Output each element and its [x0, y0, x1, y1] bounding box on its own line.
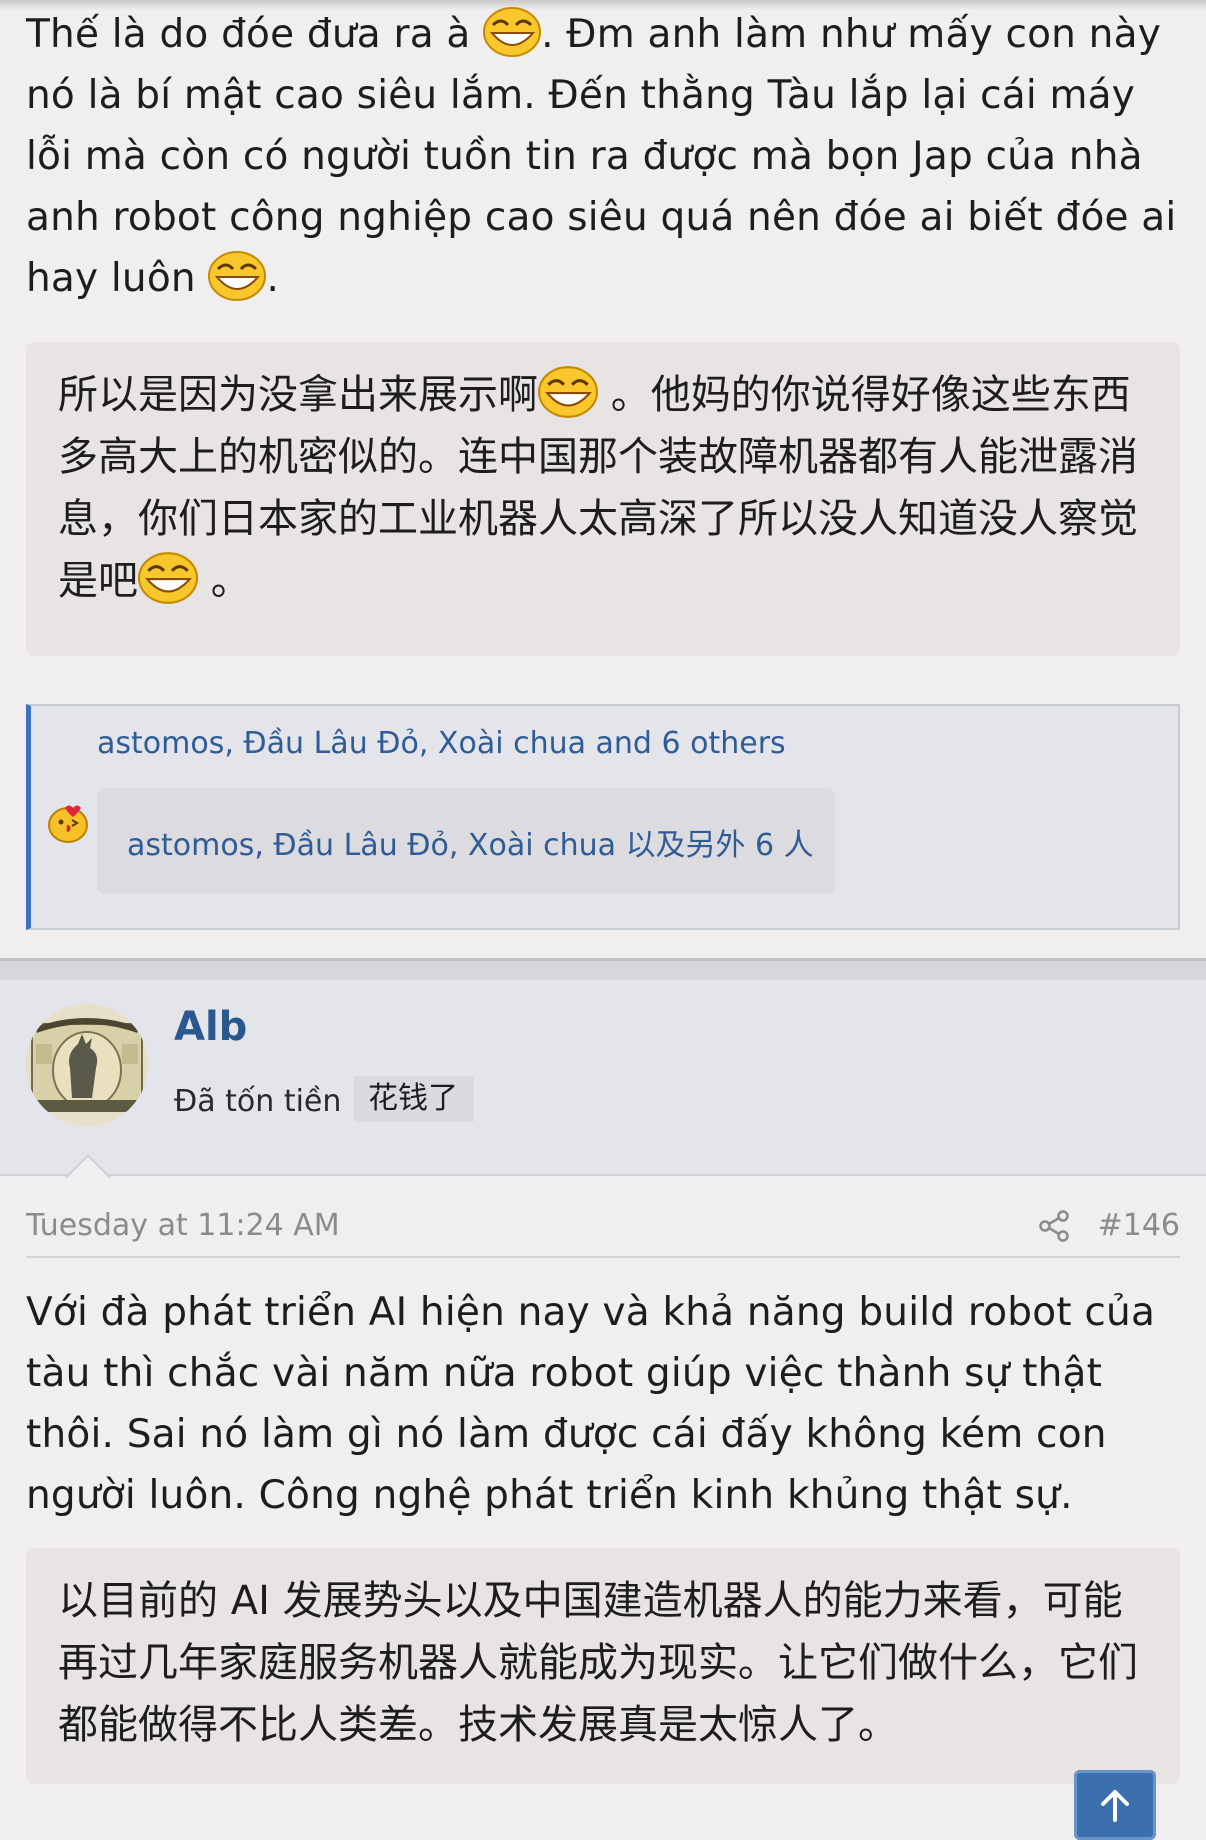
post-divider [0, 958, 1206, 980]
laughing-face-icon [483, 7, 542, 57]
translation-text: 所以是因为没拿出来展示啊 。他妈的你说得好像这些东西多高大上的机密似的。连中国那… [58, 364, 1158, 612]
share-icon[interactable] [1036, 1208, 1072, 1244]
reactions-translation-box: astomos, Đầu Lâu Đỏ, Xoài chua 以及另外 6 人 [97, 788, 835, 894]
reactions-translation-text: astomos, Đầu Lâu Đỏ, Xoài chua 以及另外 6 人 [127, 828, 814, 863]
username-link[interactable]: Alb [174, 1004, 247, 1050]
laughing-face-icon [138, 552, 198, 604]
scroll-to-top-button[interactable] [1074, 1770, 1156, 1840]
post-body-text: . [266, 256, 280, 301]
post-body: Thế là do đóe đưa ra à . Đm anh làm như … [26, 4, 1186, 309]
post-number-link[interactable]: #146 [1098, 1208, 1180, 1243]
user-title: Đã tốn tiền [174, 1084, 342, 1119]
translation-text-part: 。 [198, 558, 251, 604]
translation-text-part: 所以是因为没拿出来展示啊 [58, 372, 538, 418]
kissing-face-icon [48, 805, 88, 843]
user-header-pointer-inner [66, 1157, 110, 1179]
dollar-bill-avatar-image [26, 1004, 148, 1126]
translation-box: 所以是因为没拿出来展示啊 。他妈的你说得好像这些东西多高大上的机密似的。连中国那… [26, 342, 1180, 656]
laughing-face-icon [538, 366, 598, 418]
translation-text: 以目前的 AI 发展势头以及中国建造机器人的能力来看，可能再过几年家庭服务机器人… [58, 1578, 1138, 1748]
arrow-up-icon [1101, 1790, 1129, 1822]
post-body-text: Thế là do đóe đưa ra à [26, 12, 484, 57]
post-timestamp[interactable]: Tuesday at 11:24 AM [26, 1208, 340, 1243]
user-title-translation: 花钱了 [354, 1076, 474, 1122]
reactions-summary-link[interactable]: astomos, Đầu Lâu Đỏ, Xoài chua and 6 oth… [97, 726, 786, 761]
post-meta: Tuesday at 11:24 AM #146 [26, 1202, 1180, 1258]
laughing-face-icon [208, 251, 267, 301]
reactions-bar[interactable]: astomos, Đầu Lâu Đỏ, Xoài chua and 6 oth… [26, 704, 1180, 930]
post-body: Với đà phát triển AI hiện nay và khả năn… [26, 1290, 1156, 1518]
translation-box: 以目前的 AI 发展势头以及中国建造机器人的能力来看，可能再过几年家庭服务机器人… [26, 1548, 1180, 1784]
avatar[interactable] [26, 1004, 148, 1126]
post-user-header: Alb Đã tốn tiền 花钱了 [0, 980, 1206, 1176]
